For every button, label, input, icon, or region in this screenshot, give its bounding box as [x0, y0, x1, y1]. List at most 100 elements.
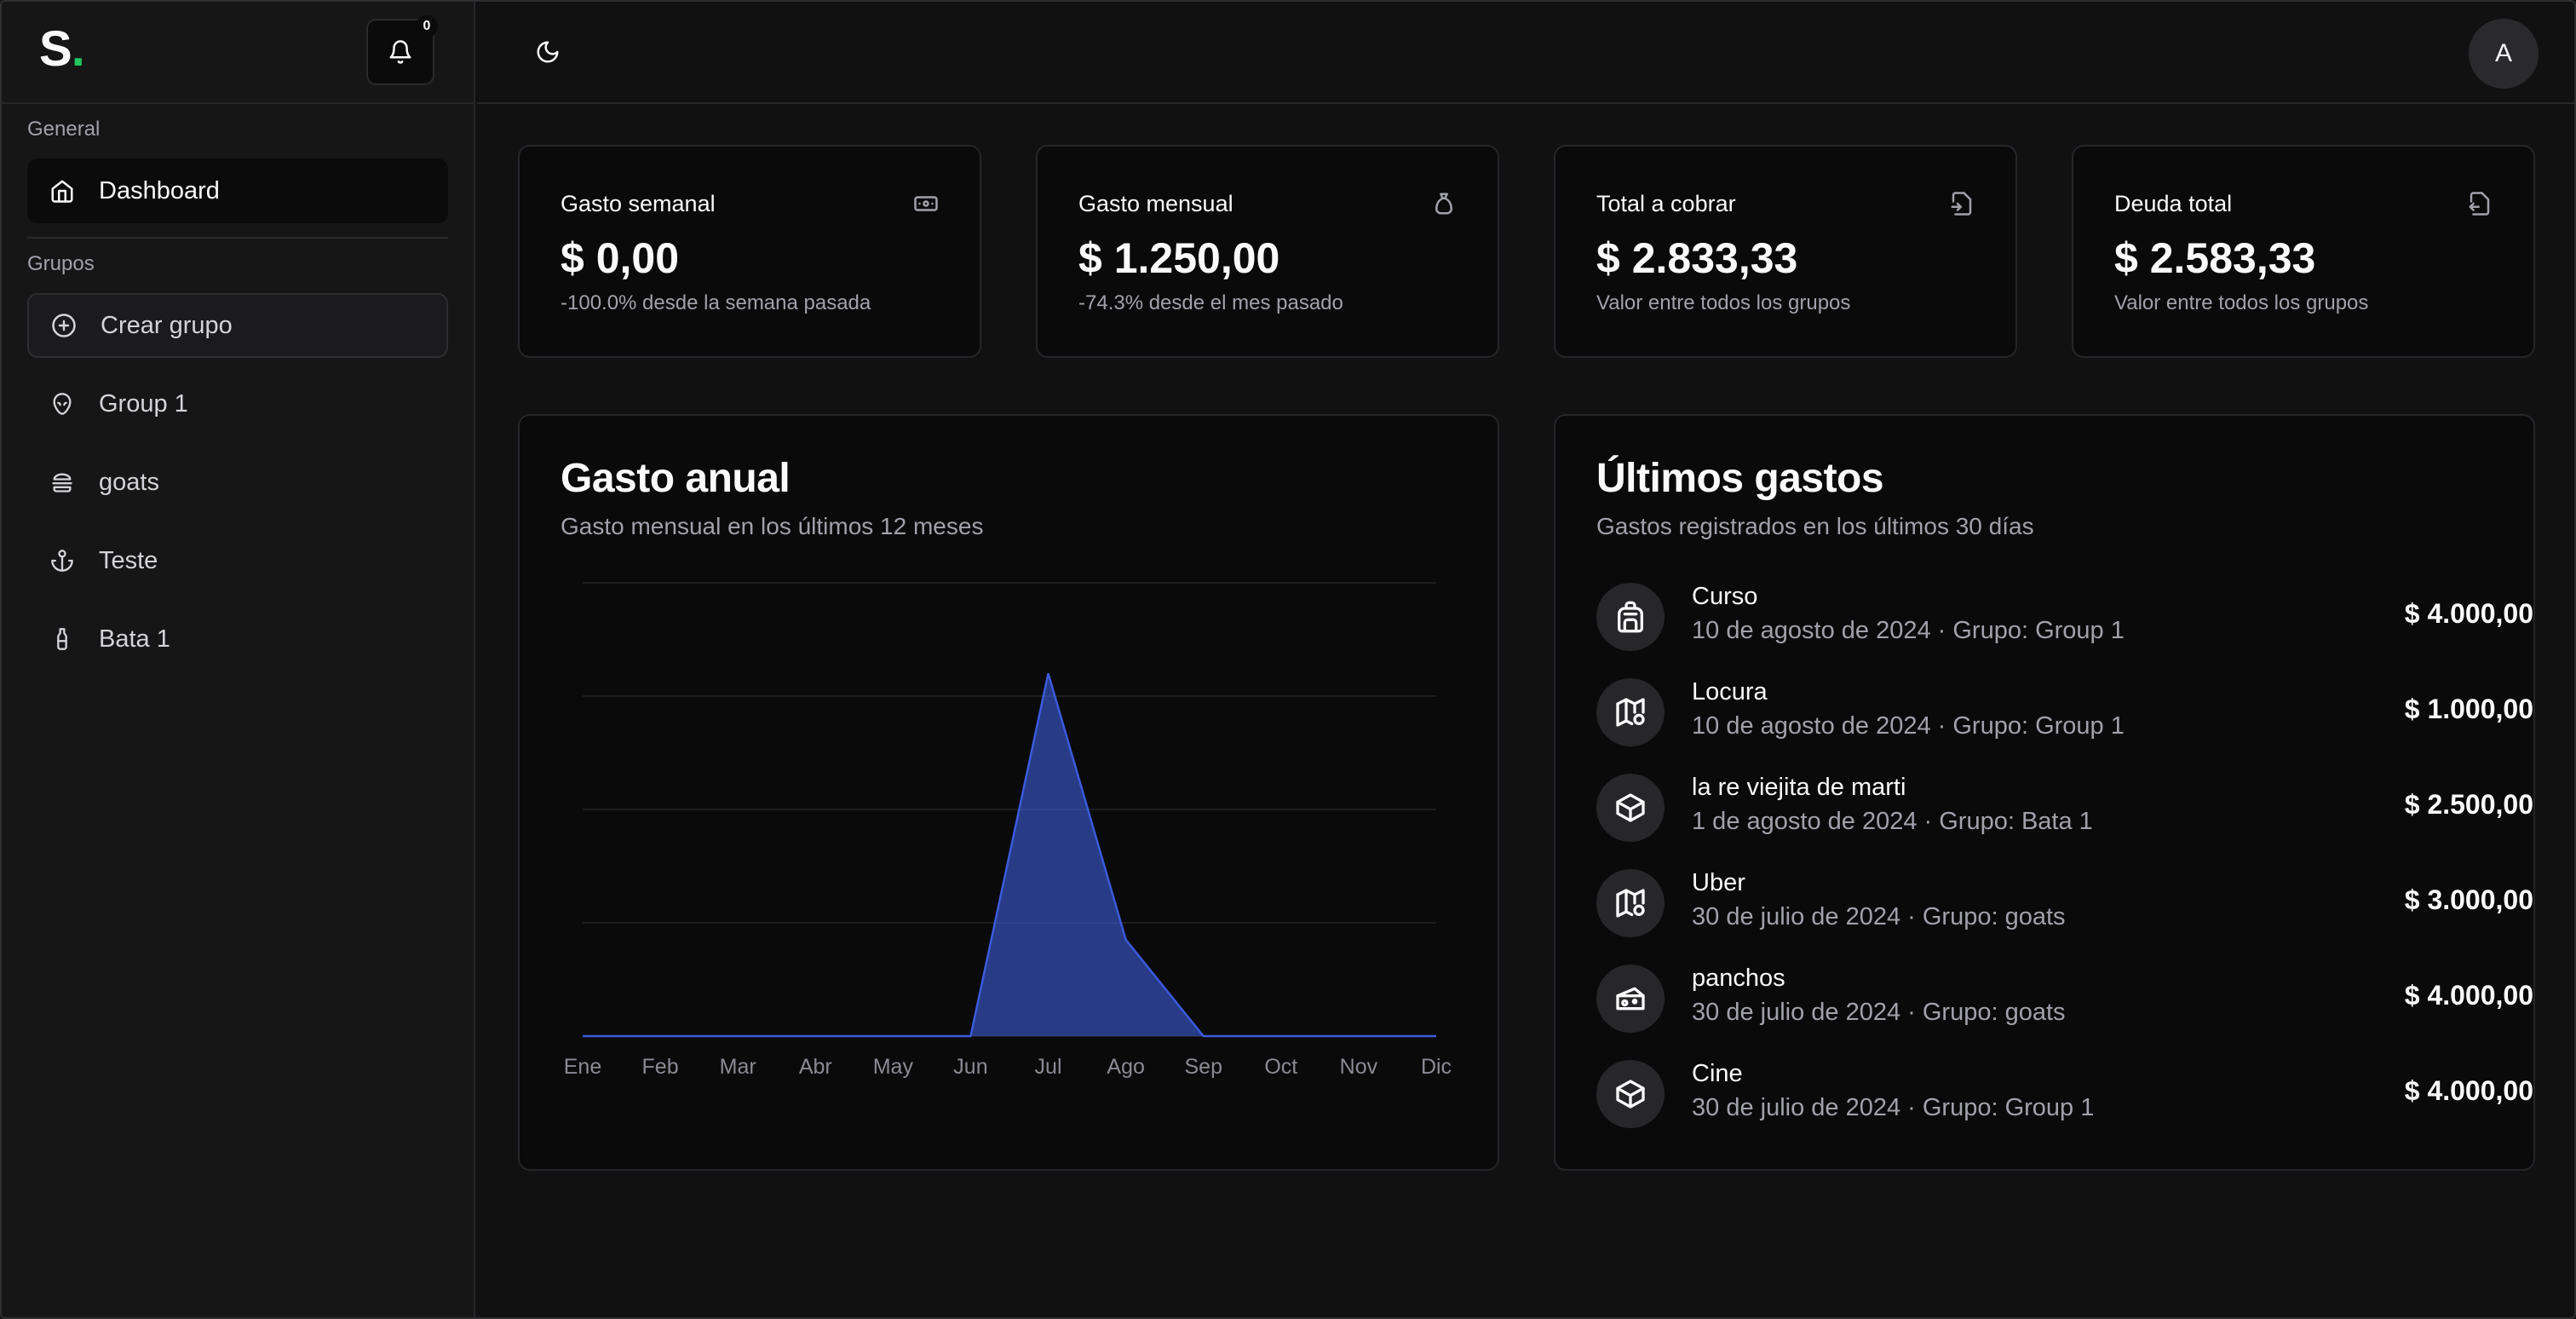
chart-point-mar[interactable] [735, 1034, 740, 1039]
section-label-general: General [27, 118, 101, 141]
expense-meta: 30 de julio de 2024 · Grupo: goats [1692, 999, 2066, 1026]
box-icon [1596, 774, 1665, 842]
stat-subtitle: -74.3% desde el mes pasado [1078, 291, 1343, 314]
expense-row[interactable]: Locura 10 de agosto de 2024 · Grupo: Gro… [1596, 678, 2533, 763]
expense-row[interactable]: Curso 10 de agosto de 2024 · Grupo: Grou… [1596, 583, 2533, 668]
sidebar-item-teste[interactable]: Teste [27, 528, 448, 593]
expense-name: Locura [1692, 678, 1768, 706]
chart-point-abr[interactable] [813, 1034, 818, 1039]
section-label-groups: Grupos [27, 252, 95, 275]
chart-x-tick-label: Ene [564, 1055, 601, 1079]
map-pin-icon [1596, 678, 1665, 746]
expense-amount: $ 4.000,00 [2404, 1075, 2533, 1106]
expense-amount: $ 3.000,00 [2404, 884, 2533, 915]
stat-subtitle: Valor entre todos los grupos [1596, 291, 1851, 314]
stat-title: Deuda total [2114, 191, 2233, 216]
bell-icon [389, 40, 411, 64]
expense-meta: 30 de julio de 2024 · Grupo: Group 1 [1692, 1094, 2095, 1121]
map-pin-icon [1596, 869, 1665, 937]
sidebar-item-label: Dashboard [99, 176, 220, 204]
sidebar-item-dashboard[interactable]: Dashboard [27, 158, 448, 223]
chart-x-tick-label: Ago [1107, 1055, 1144, 1079]
expense-name: Cine [1692, 1060, 1743, 1087]
chart-point-nov[interactable] [1356, 1034, 1361, 1039]
stat-card-debt: Deuda total $ 2.583,33 Valor entre todos… [2072, 145, 2535, 358]
home-icon [49, 178, 75, 204]
moon-icon [537, 41, 559, 63]
annual-spending-panel: Gasto anual Gasto mensual en los últimos… [518, 414, 1499, 1171]
chart-point-feb[interactable] [658, 1034, 663, 1039]
chart-point-sep[interactable] [1201, 1034, 1206, 1039]
expense-amount: $ 4.000,00 [2404, 980, 2533, 1011]
chart-x-tick-label: Oct [1264, 1055, 1297, 1079]
sidebar: S. 0 General Dashboard Grupos Crear grup… [0, 0, 475, 1319]
stat-title: Total a cobrar [1596, 191, 1736, 216]
panel-title: Últimos gastos [1596, 456, 1884, 501]
arrow-out-icon [2469, 192, 2490, 216]
chart-x-tick-label: Abr [799, 1055, 832, 1079]
chart-point-may[interactable] [890, 1034, 895, 1039]
chart-x-tick-label: Jul [1035, 1055, 1062, 1079]
stat-card-receivable: Total a cobrar $ 2.833,33 Valor entre to… [1554, 145, 2017, 358]
stat-title: Gasto mensual [1078, 191, 1233, 216]
sidebar-item-goats[interactable]: goats [27, 450, 448, 515]
chart-point-dic[interactable] [1434, 1034, 1439, 1039]
stat-title: Gasto semanal [561, 191, 716, 216]
expense-row[interactable]: Cine 30 de julio de 2024 · Grupo: Group … [1596, 1060, 2533, 1145]
chart-x-tick-label: May [873, 1055, 914, 1079]
expense-name: Curso [1692, 583, 1758, 610]
stat-subtitle: -100.0% desde la semana pasada [561, 291, 871, 314]
stat-card-weekly: Gasto semanal $ 0,00 -100.0% desde la se… [518, 145, 981, 358]
expense-row[interactable]: panchos 30 de julio de 2024 · Grupo: goa… [1596, 965, 2533, 1050]
stat-card-monthly: Gasto mensual $ 1.250,00 -74.3% desde el… [1036, 145, 1499, 358]
expense-amount: $ 4.000,00 [2404, 598, 2533, 629]
hamburger-icon [49, 469, 75, 495]
expense-name: panchos [1692, 965, 1785, 992]
backpack-icon [1596, 583, 1665, 651]
sidebar-item-label: Bata 1 [99, 625, 170, 653]
sidebar-item-bata-1[interactable]: Bata 1 [27, 607, 448, 671]
logo-bar: S. 0 [0, 0, 475, 104]
chart-x-tick-label: Feb [642, 1055, 679, 1079]
user-avatar[interactable]: A [2469, 19, 2539, 89]
recent-expenses-panel: Últimos gastos Gastos registrados en los… [1554, 414, 2535, 1171]
expense-amount: $ 1.000,00 [2404, 694, 2533, 724]
chart-point-jul[interactable] [1046, 671, 1051, 676]
chart-point-oct[interactable] [1279, 1034, 1284, 1039]
plus-circle-icon [51, 313, 77, 338]
chart-point-ene[interactable] [580, 1034, 585, 1039]
panel-subtitle: Gastos registrados en los últimos 30 día… [1596, 513, 2034, 539]
stat-value: $ 2.583,33 [2114, 234, 2316, 282]
chart-x-tick-label: Jun [953, 1055, 987, 1079]
create-group-button[interactable]: Crear grupo [27, 293, 448, 358]
sidebar-item-label: Group 1 [99, 389, 188, 418]
expense-row[interactable]: Uber 30 de julio de 2024 · Grupo: goats … [1596, 869, 2533, 954]
chart-x-tick-label: Sep [1184, 1055, 1222, 1079]
expense-meta: 10 de agosto de 2024 · Grupo: Group 1 [1692, 617, 2125, 644]
expense-amount: $ 2.500,00 [2404, 789, 2533, 820]
sidebar-item-label: Crear grupo [101, 311, 233, 339]
banknote-icon [914, 196, 938, 211]
chart-x-tick-label: Mar [720, 1055, 756, 1079]
chart-x-tick-label: Nov [1340, 1055, 1378, 1079]
top-bar: A [477, 0, 2576, 104]
notification-count-badge: 0 [416, 15, 438, 37]
theme-toggle-button[interactable] [526, 31, 569, 73]
stat-subtitle: Valor entre todos los grupos [2114, 291, 2369, 314]
chart-point-ago[interactable] [1124, 937, 1129, 942]
expense-row[interactable]: la re viejita de marti 1 de agosto de 20… [1596, 774, 2533, 859]
app-logo[interactable]: S. [39, 20, 85, 78]
stat-value: $ 2.833,33 [1596, 234, 1798, 282]
expense-meta: 1 de agosto de 2024 · Grupo: Bata 1 [1692, 808, 2093, 835]
expense-meta: 10 de agosto de 2024 · Grupo: Group 1 [1692, 712, 2125, 740]
stat-value: $ 1.250,00 [1078, 234, 1280, 282]
chart-point-jun[interactable] [968, 1034, 973, 1039]
anchor-icon [49, 548, 75, 573]
box-icon [1596, 1060, 1665, 1128]
stat-value: $ 0,00 [561, 234, 680, 282]
annual-spending-chart: Ene Feb Mar Abr May Jun Jul Ago Sep Oct Nov Dic [564, 582, 1452, 1079]
sidebar-divider [27, 237, 448, 239]
money-bag-icon [1435, 193, 1452, 215]
sidebar-item-label: Teste [99, 546, 158, 574]
sidebar-item-group-1[interactable]: Group 1 [27, 372, 448, 436]
